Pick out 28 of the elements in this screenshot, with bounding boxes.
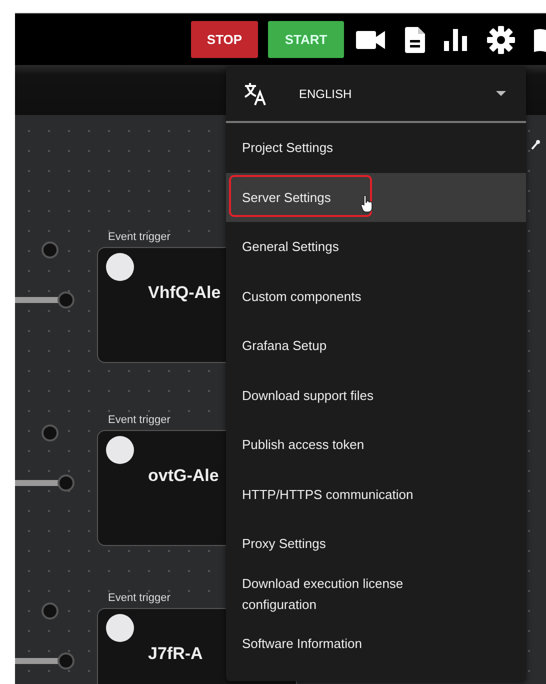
menu-item[interactable]: Server Settings: [226, 172, 526, 222]
connector-drawing: [15, 291, 75, 309]
node-title: VhfQ-Ale: [148, 283, 221, 303]
status-dot-icon: [106, 436, 134, 464]
node-label: Event trigger: [108, 231, 170, 243]
book-icon[interactable]: [534, 28, 546, 52]
port-icon: [41, 602, 59, 620]
port-icon: [41, 241, 59, 259]
node-title: ovtG-Ale: [148, 466, 219, 486]
pin-icon: [530, 139, 540, 151]
node-label: Event trigger: [108, 414, 170, 426]
dropdown-caret-icon: [496, 90, 506, 96]
menu-item[interactable]: Project Settings: [226, 123, 526, 172]
node-label: Event trigger: [108, 592, 170, 604]
bar-chart-icon[interactable]: [444, 28, 468, 50]
hand-cursor-icon: [361, 194, 373, 212]
menu-item[interactable]: Download support files: [226, 370, 526, 420]
connector-drawing: [15, 474, 75, 492]
node-title: J7fR-A: [148, 644, 203, 664]
stop-button[interactable]: STOP: [191, 21, 258, 58]
connector-drawing: [15, 652, 75, 670]
video-camera-icon[interactable]: [356, 28, 386, 50]
language-select[interactable]: ENGLISH: [226, 66, 526, 123]
status-dot-icon: [106, 614, 134, 642]
port-icon: [41, 424, 59, 442]
status-dot-icon: [106, 253, 134, 281]
document-icon[interactable]: [405, 26, 425, 52]
translate-icon: [244, 82, 268, 106]
